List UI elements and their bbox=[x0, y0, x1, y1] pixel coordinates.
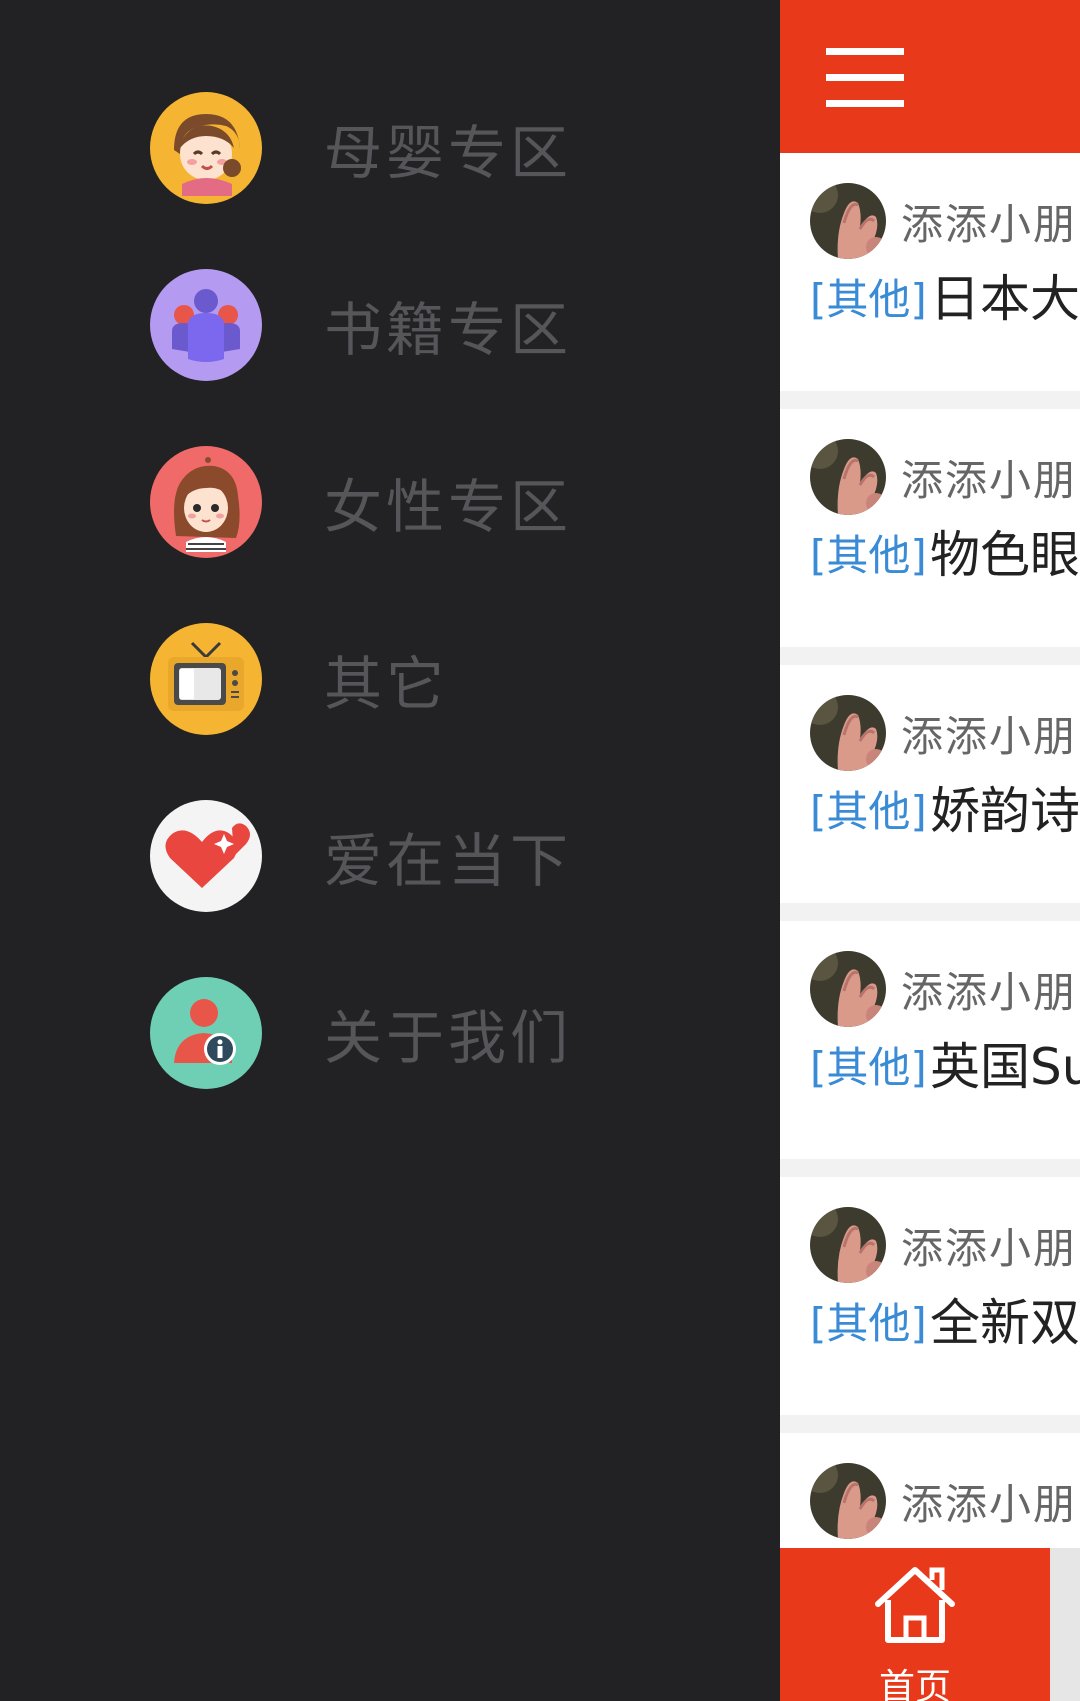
author-avatar bbox=[810, 1463, 886, 1539]
tv-icon bbox=[150, 623, 262, 735]
menu-item-maternal-baby[interactable]: 母婴专区 bbox=[150, 91, 710, 205]
bottom-tab-bar: 首页 bbox=[780, 1548, 1080, 1701]
feed-card[interactable]: 添添小朋 [其他] 全新双 bbox=[780, 1177, 1080, 1415]
author-name: 添添小朋 bbox=[901, 456, 1078, 505]
menu-item-love-now[interactable]: 爱在当下 bbox=[150, 799, 710, 913]
main-content-panel: 添添小朋 [其他] 日本大 添添小朋 [其他] 物色眼 添添小朋 [其他] 娇韵诗 添添小朋 [其他… bbox=[780, 0, 1080, 1701]
menu-item-label: 其它 bbox=[324, 650, 449, 718]
feed-card[interactable]: 添添小朋 [其他] 英国Su bbox=[780, 921, 1080, 1159]
menu-item-label: 关于我们 bbox=[324, 1004, 573, 1072]
author-avatar bbox=[810, 1207, 886, 1283]
heart-icon bbox=[150, 800, 262, 912]
feed-card[interactable]: 添添小朋 [其他] 娇韵诗 bbox=[780, 665, 1080, 903]
author-avatar bbox=[810, 183, 886, 259]
category-tag: [其他] bbox=[810, 531, 927, 580]
author-name: 添添小朋 bbox=[901, 200, 1078, 249]
author-avatar bbox=[810, 951, 886, 1027]
menu-item-label: 书籍专区 bbox=[324, 296, 573, 364]
post-title: 全新双 bbox=[930, 1294, 1080, 1352]
top-app-bar bbox=[780, 0, 1080, 153]
menu-icon[interactable] bbox=[826, 48, 904, 108]
post-title: 日本大 bbox=[930, 270, 1080, 328]
home-icon bbox=[875, 1567, 955, 1643]
author-name: 添添小朋 bbox=[901, 1224, 1078, 1273]
menu-item-label: 爱在当下 bbox=[324, 827, 573, 895]
author-avatar bbox=[810, 439, 886, 515]
woman-icon bbox=[150, 446, 262, 558]
post-title: 英国Su bbox=[930, 1038, 1080, 1096]
menu-item-women[interactable]: 女性专区 bbox=[150, 445, 710, 559]
baby-mother-icon bbox=[150, 92, 262, 204]
books-group-icon bbox=[150, 269, 262, 381]
menu-item-other[interactable]: 其它 bbox=[150, 622, 710, 736]
tab-home-label: 首页 bbox=[878, 1667, 951, 1701]
category-tag: [其他] bbox=[810, 787, 927, 836]
about-info-icon bbox=[150, 977, 262, 1089]
category-tag: [其他] bbox=[810, 1043, 927, 1092]
menu-item-books[interactable]: 书籍专区 bbox=[150, 268, 710, 382]
author-name: 添添小朋 bbox=[901, 1480, 1078, 1529]
tab-home[interactable]: 首页 bbox=[780, 1548, 1050, 1701]
menu-item-about-us[interactable]: 关于我们 bbox=[150, 976, 710, 1090]
menu-item-label: 母婴专区 bbox=[324, 119, 573, 187]
feed-card[interactable]: 添添小朋 [其他] 日本大 bbox=[780, 153, 1080, 391]
menu-item-label: 女性专区 bbox=[324, 473, 573, 541]
post-title: 物色眼 bbox=[930, 526, 1080, 584]
category-tag: [其他] bbox=[810, 1299, 927, 1348]
author-avatar bbox=[810, 695, 886, 771]
author-name: 添添小朋 bbox=[901, 712, 1078, 761]
feed-card[interactable]: 添添小朋 [其他] 物色眼 bbox=[780, 409, 1080, 647]
post-title: 娇韵诗 bbox=[930, 782, 1080, 840]
category-tag: [其他] bbox=[810, 275, 927, 324]
side-drawer: 母婴专区 书籍专区 女性专区 其它 爱在当下 关于我们 bbox=[0, 0, 780, 1701]
author-name: 添添小朋 bbox=[901, 968, 1078, 1017]
